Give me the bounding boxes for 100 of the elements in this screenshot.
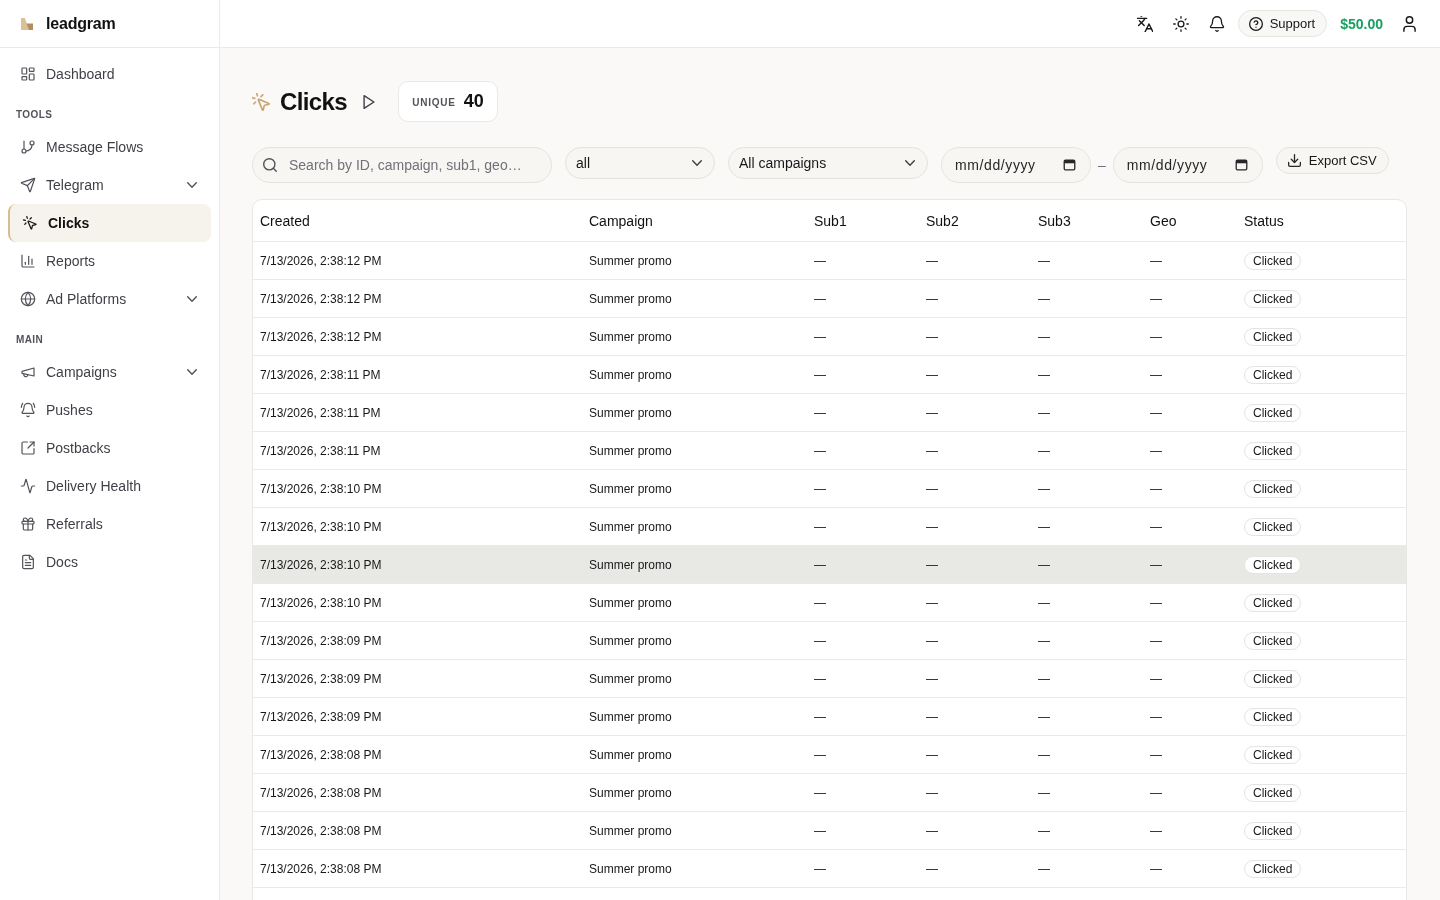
table-cell: —	[1150, 823, 1162, 838]
user-icon[interactable]	[1403, 15, 1416, 32]
table-cell: —	[814, 633, 826, 648]
table-cell: Summer promo	[589, 823, 672, 838]
table-cell: —	[1150, 595, 1162, 610]
table-cell: —	[926, 709, 938, 724]
table-cell: —	[1150, 861, 1162, 876]
table-cell: 7/13/2026, 2:38:08 PM	[260, 861, 382, 876]
table-cell: —	[1150, 709, 1162, 724]
table-cell: —	[926, 823, 938, 838]
nav-item[interactable]: Docs	[8, 543, 211, 581]
column-header: Geo	[1149, 212, 1178, 229]
campaign-select[interactable]: All campaigns	[728, 147, 928, 179]
bell-icon[interactable]	[1208, 15, 1225, 32]
status-badge: Clicked	[1244, 441, 1302, 460]
table-cell: —	[814, 443, 826, 458]
play-icon[interactable]	[363, 94, 376, 109]
table-cell: —	[1038, 785, 1050, 800]
status-badge: Clicked	[1244, 365, 1302, 384]
unique-label: UNIQUE	[412, 96, 456, 108]
status-badge: Clicked	[1244, 631, 1302, 650]
nav-item[interactable]: Ad Platforms	[8, 280, 211, 318]
table-cell: —	[1038, 823, 1050, 838]
column-header: Sub1	[813, 212, 848, 229]
table-cell: —	[1038, 519, 1050, 534]
table-cell: Summer promo	[589, 861, 672, 876]
table-cell: 7/13/2026, 2:38:12 PM	[260, 329, 382, 344]
caret-icon	[905, 160, 915, 166]
table-cell: —	[926, 633, 938, 648]
table-cell: —	[926, 747, 938, 762]
date-field[interactable]: mm/dd/yyyy	[941, 147, 1091, 183]
balance: $50.00	[1340, 15, 1383, 32]
table-cell: —	[1150, 329, 1162, 344]
nav-item[interactable]: Clicks	[8, 204, 211, 242]
table-cell: —	[814, 709, 826, 724]
table-cell: —	[1150, 557, 1162, 572]
export-csv-button[interactable]: Export CSV	[1275, 147, 1389, 174]
table-cell: —	[1038, 253, 1050, 268]
date-field[interactable]: mm/dd/yyyy	[1112, 147, 1263, 183]
table-cell: —	[1038, 557, 1050, 572]
search-icon	[263, 158, 277, 172]
table-cell: Summer promo	[589, 709, 672, 724]
table-cell: 7/13/2026, 2:38:10 PM	[260, 595, 382, 610]
search-field[interactable]: Search by ID, campaign, sub1, geo…	[252, 147, 552, 183]
table-cell: 7/13/2026, 2:38:08 PM	[260, 823, 382, 838]
table-cell: —	[1038, 709, 1050, 724]
table-cell: —	[926, 291, 938, 306]
caret-icon	[692, 160, 702, 166]
calendar-icon[interactable]	[1063, 158, 1076, 171]
table-cell: —	[1038, 481, 1050, 496]
nav-item[interactable]: Pushes	[8, 391, 211, 429]
table-cell: Summer promo	[589, 253, 672, 268]
table-cell: 7/13/2026, 2:38:11 PM	[260, 367, 381, 382]
table-cell: Summer promo	[589, 443, 672, 458]
table-cell: —	[1150, 253, 1162, 268]
table-cell: 7/13/2026, 2:38:09 PM	[260, 633, 382, 648]
table-cell: 7/13/2026, 2:38:09 PM	[260, 671, 382, 686]
table-cell: Summer promo	[589, 557, 672, 572]
table-cell: —	[1150, 671, 1162, 686]
unique-count: 40	[463, 91, 484, 112]
nav-item[interactable]: Reports	[8, 242, 211, 280]
table-cell: —	[926, 443, 938, 458]
table-cell: —	[814, 595, 826, 610]
table-cell: 7/13/2026, 2:38:11 PM	[260, 405, 381, 420]
status-badge: Clicked	[1244, 593, 1302, 612]
nav-item[interactable]: Postbacks	[8, 429, 211, 467]
table-cell: —	[926, 481, 938, 496]
external-link-icon	[20, 440, 36, 456]
gift-icon	[20, 516, 36, 532]
status-badge: Clicked	[1244, 859, 1302, 878]
table-cell: —	[1038, 291, 1050, 306]
nav-item[interactable]: Referrals	[8, 505, 211, 543]
table-cell: —	[1038, 633, 1050, 648]
globe-icon	[20, 291, 36, 307]
table-cell: —	[1038, 595, 1050, 610]
status-badge: Clicked	[1244, 707, 1302, 726]
nav-item[interactable]: Dashboard	[8, 55, 211, 93]
column-header: Status	[1243, 212, 1285, 229]
table-cell: —	[926, 519, 938, 534]
download-icon	[1287, 154, 1301, 167]
table-row[interactable]: 7/13/2026, 2:38:10 PM Summer promo — — — — Clicked	[253, 545, 1406, 583]
nav-item[interactable]: Campaigns	[8, 353, 211, 391]
support-button[interactable]: Support	[1237, 10, 1328, 37]
cursor-click-icon	[252, 92, 270, 111]
nav-item[interactable]: Telegram	[8, 166, 211, 204]
table-cell: —	[814, 519, 826, 534]
translate-icon[interactable]	[1136, 15, 1153, 32]
sun-icon[interactable]	[1172, 15, 1189, 32]
pulse-icon	[20, 478, 36, 494]
table-cell: Summer promo	[589, 405, 672, 420]
table-cell: 7/13/2026, 2:38:10 PM	[260, 519, 382, 534]
calendar-icon[interactable]	[1234, 158, 1248, 171]
table-cell: —	[1150, 291, 1162, 306]
date-separator: –	[1098, 156, 1106, 175]
nav-item[interactable]: Message Flows	[8, 128, 211, 166]
status-badge: Clicked	[1244, 555, 1302, 574]
status-select[interactable]: all	[565, 147, 715, 179]
table-cell: —	[1038, 671, 1050, 686]
status-badge: Clicked	[1244, 783, 1302, 802]
nav-item[interactable]: Delivery Health	[8, 467, 211, 505]
